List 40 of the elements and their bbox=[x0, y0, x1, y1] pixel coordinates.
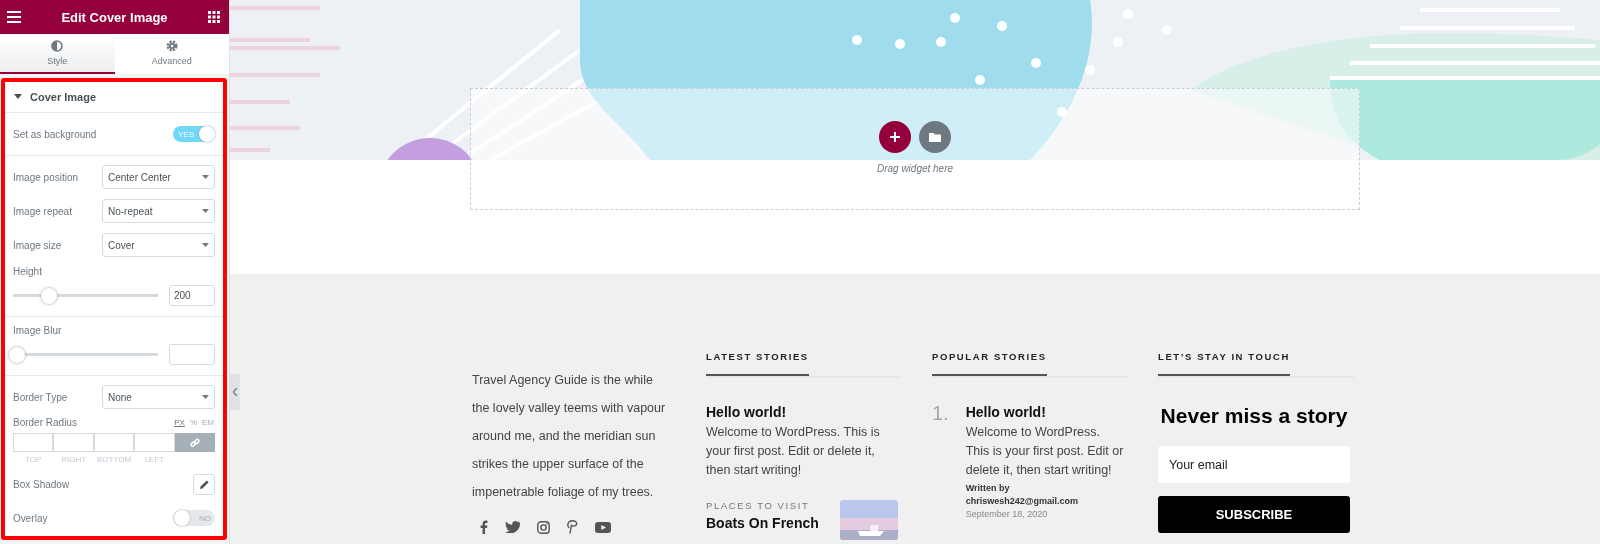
rank-number: 1. bbox=[932, 402, 949, 426]
drop-hint: Drag widget here bbox=[876, 163, 954, 174]
post-excerpt: Welcome to WordPress. This is your first post. Edit or delete it, then start writing! bbox=[706, 424, 881, 479]
panel-tab[interactable]: Style bbox=[0, 34, 115, 74]
control-label: Image size bbox=[13, 239, 62, 251]
post-title[interactable]: Hello world! bbox=[706, 404, 898, 420]
author-name[interactable]: chriswesh242@gmail.com bbox=[965, 496, 1124, 506]
panel-tab[interactable]: Advanced bbox=[114, 34, 229, 74]
control-label: Image Blur bbox=[13, 325, 63, 336]
column-heading: POPULAR STORIES bbox=[932, 351, 1047, 376]
select-field[interactable]: Cover bbox=[102, 233, 215, 257]
newsletter-title: Never miss a story bbox=[1159, 404, 1349, 428]
control-label: Set as background bbox=[13, 128, 97, 140]
control-label: Height bbox=[13, 266, 43, 277]
email-field[interactable]: Your email bbox=[1158, 446, 1350, 483]
control-label: Border Type bbox=[13, 391, 68, 403]
byline: Written by bbox=[965, 483, 1011, 493]
drop-zone[interactable]: Drag widget here bbox=[470, 88, 1360, 210]
subscribe-button[interactable]: SUBSCRIBE bbox=[1158, 496, 1350, 533]
post-excerpt: Welcome to WordPress. This is your first post. Edit or delete it, then start writing! bbox=[965, 424, 1124, 479]
control-label: Image repeat bbox=[13, 205, 72, 217]
post-date: September 18, 2020 bbox=[965, 509, 1049, 519]
select-field[interactable]: None bbox=[102, 385, 215, 409]
post-title[interactable]: Boats On French bbox=[706, 515, 819, 531]
control-label: Overlay bbox=[13, 512, 48, 524]
control-label: Border Radius bbox=[13, 417, 77, 428]
post-title[interactable]: Hello world! bbox=[965, 404, 1124, 420]
column-heading: LATEST STORIES bbox=[706, 351, 809, 376]
section-title: Cover Image bbox=[30, 91, 97, 103]
control-label: Image position bbox=[13, 171, 79, 183]
about-text: Travel Agency Guide is the while the lovely valley teems with vapour around me, and the meridian sun strikes the upper surface of the impenetrable foliage of my trees. bbox=[472, 372, 667, 501]
section-header[interactable]: Cover Image bbox=[5, 82, 223, 113]
unit-option[interactable]: PX bbox=[173, 418, 186, 427]
select-field[interactable]: No-repeat bbox=[102, 199, 215, 223]
control-label: Box Shadow bbox=[13, 478, 70, 490]
post-category[interactable]: PLACES TO VISIT bbox=[706, 500, 819, 511]
panel-title: Edit Cover Image bbox=[61, 9, 168, 25]
select-field[interactable]: Center Center bbox=[102, 165, 215, 189]
number-field[interactable]: 200 bbox=[169, 285, 215, 306]
column-heading: LET’S STAY IN TOUCH bbox=[1158, 351, 1290, 376]
